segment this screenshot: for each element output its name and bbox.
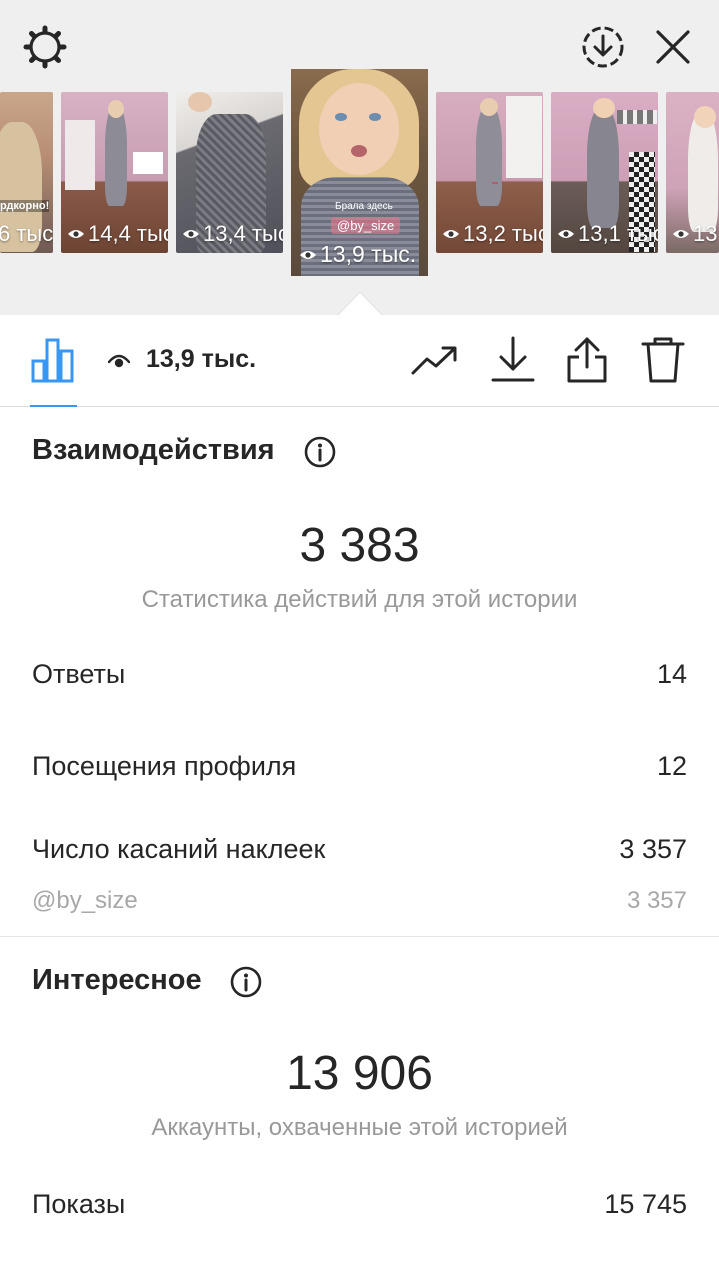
story-preview-area: рдкорно! 6 тыс 14,4 тыс 13,4 тыс Брала з… [0, 0, 719, 316]
story-view-count: 13,1 тыс [557, 221, 658, 247]
views-count: 13,9 тыс. [146, 345, 257, 373]
story-view-count: 13,2 тыс [442, 221, 543, 247]
eye-icon [108, 354, 130, 368]
reach-caption: Аккаунты, охваченные этой историей [151, 1114, 568, 1141]
interactions-caption: Статистика действий для этой истории [141, 586, 578, 613]
stat-label-profile-visits: Посещения профиля [32, 751, 297, 781]
story-thumbnail[interactable]: рдкорно! 6 тыс [0, 92, 53, 253]
story-sticker-text: рдкорно! [0, 200, 50, 212]
story-view-count: 13,9 тыс. [299, 241, 416, 268]
settings-gear-icon[interactable] [20, 22, 70, 72]
stat-sublabel-mention: @by_size [32, 887, 138, 914]
trash-icon[interactable] [638, 335, 688, 385]
download-icon[interactable] [488, 335, 538, 385]
story-thumbnail[interactable]: 13 [666, 92, 719, 253]
mention-sticker: @by_size [331, 217, 401, 234]
story-thumbnail[interactable]: 13,4 тыс [176, 92, 283, 253]
story-view-count: 6 тыс [0, 221, 53, 246]
stat-value-sticker-taps: 3 357 [619, 834, 687, 864]
trend-icon[interactable] [410, 335, 460, 385]
story-thumbnail[interactable]: 13,1 тыс [551, 92, 658, 253]
stat-label-impressions: Показы [32, 1189, 126, 1219]
section-title-discovery: Интересное [32, 964, 202, 996]
section-divider [0, 936, 719, 937]
save-to-archive-icon[interactable] [578, 22, 628, 72]
insights-toolbar: 13,9 тыс. [0, 315, 719, 407]
section-title-interactions: Взаимодействия [32, 434, 275, 466]
stat-label-sticker-taps: Число касаний наклеек [32, 834, 326, 864]
story-thumbnail[interactable]: 13,2 тыс [436, 92, 543, 253]
story-thumbnail-selected[interactable]: Брала здесь @by_size 13,9 тыс. [291, 69, 428, 276]
close-icon[interactable] [650, 22, 696, 72]
info-icon[interactable] [230, 966, 262, 998]
stat-label-replies: Ответы [32, 659, 126, 689]
active-tab-indicator [30, 405, 77, 407]
story-view-count: 13 [672, 221, 717, 247]
share-icon[interactable] [562, 335, 612, 385]
story-thumbnail-strip: рдкорно! 6 тыс 14,4 тыс 13,4 тыс Брала з… [0, 69, 719, 282]
story-thumbnail[interactable]: 14,4 тыс [61, 92, 168, 253]
story-view-count: 14,4 тыс [67, 221, 168, 247]
story-view-count: 13,4 тыс [182, 221, 283, 247]
insights-chart-icon[interactable] [30, 337, 76, 383]
interactions-total: 3 383 [299, 519, 420, 572]
story-sticker-text: Брала здесь [335, 201, 393, 212]
reach-total: 13 906 [286, 1047, 433, 1100]
stat-value-impressions: 15 745 [604, 1189, 687, 1219]
info-icon[interactable] [304, 436, 336, 468]
stat-value-profile-visits: 12 [656, 751, 687, 781]
stat-value-replies: 14 [656, 659, 687, 689]
selected-story-pointer [337, 292, 383, 316]
stat-subvalue-mention: 3 357 [626, 887, 687, 914]
